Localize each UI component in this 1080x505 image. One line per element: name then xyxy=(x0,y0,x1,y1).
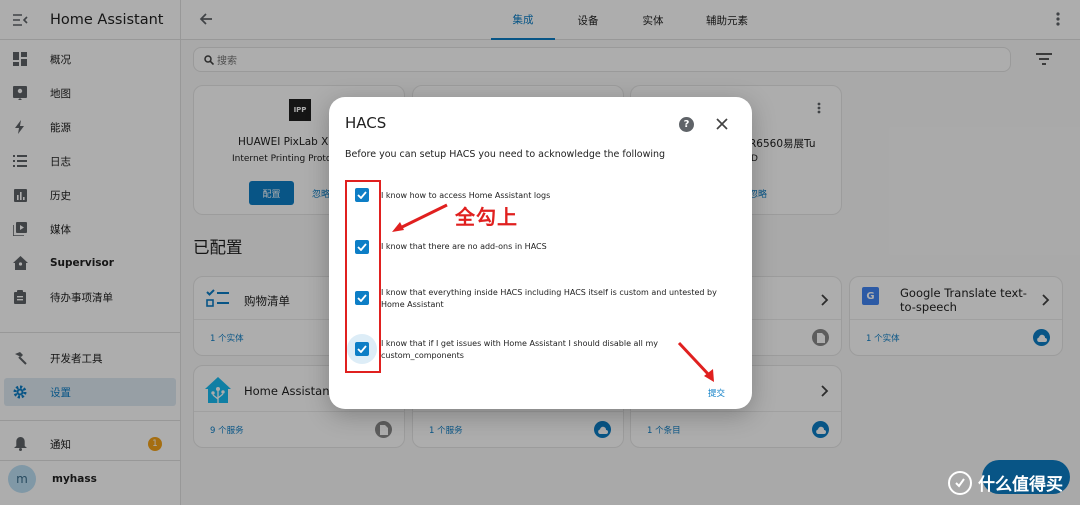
watermark-logo-icon xyxy=(948,470,972,495)
ack-label: I know that everything inside HACS inclu… xyxy=(381,288,717,309)
dialog-title: HACS xyxy=(345,114,387,132)
annotation-arrow-down-icon xyxy=(677,341,714,382)
ack-label: I know that there are no add-ons in HACS xyxy=(381,242,547,251)
annotation-arrow-left-icon xyxy=(392,203,448,232)
submit-button[interactable]: 提交 xyxy=(708,387,725,399)
watermark: 什么值得买 xyxy=(948,470,1063,495)
watermark-text: 什么值得买 xyxy=(978,475,1063,495)
ack-label: I know that if I get issues with Home As… xyxy=(381,339,658,360)
help-icon[interactable]: ? xyxy=(679,117,694,132)
annotation-text: 全勾上 xyxy=(455,205,518,229)
dialog-intro: Before you can setup HACS you need to ac… xyxy=(345,149,666,160)
annotation-highlight-box xyxy=(345,180,381,373)
close-icon[interactable] xyxy=(716,118,728,130)
ack-label: I know how to access Home Assistant logs xyxy=(381,191,551,200)
